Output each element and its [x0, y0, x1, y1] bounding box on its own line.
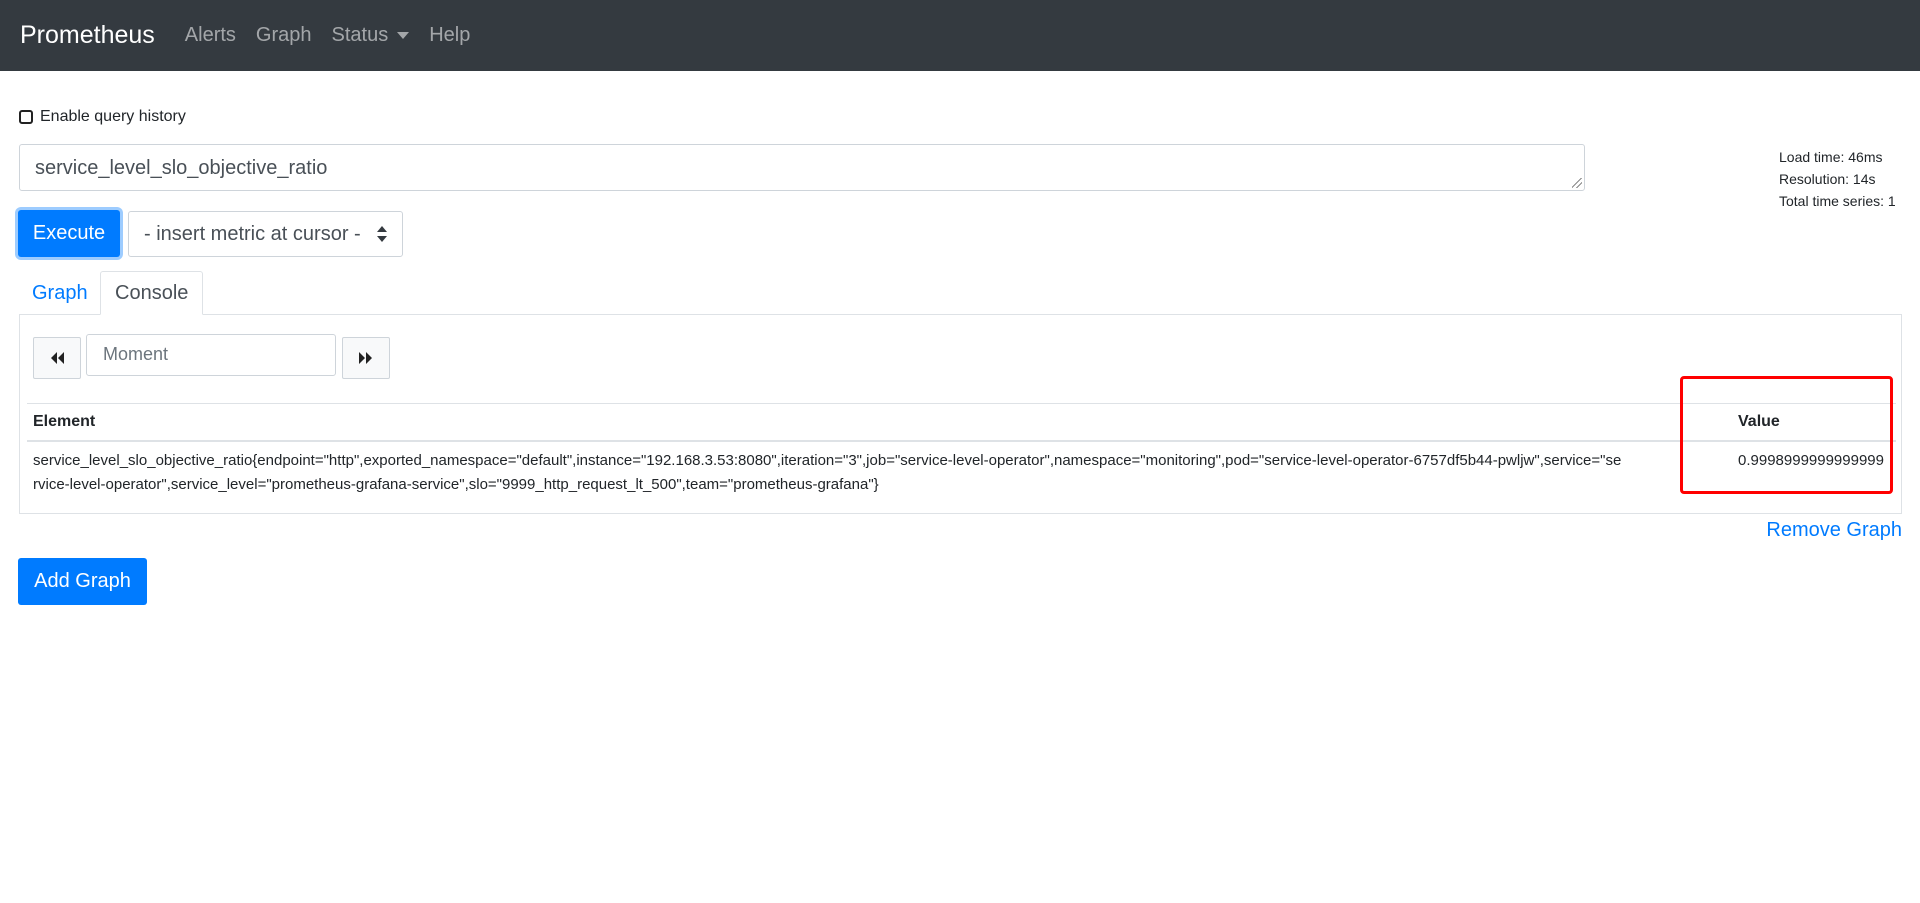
table-row: service_level_slo_objective_ratio{endpoi… — [27, 442, 1896, 500]
total-time-series: Total time series: 1 — [1779, 193, 1896, 209]
query-history-label: Enable query history — [40, 108, 186, 125]
navbar: Prometheus Alerts Graph Status Help — [0, 0, 1920, 71]
value-highlight-box — [1680, 376, 1893, 494]
row-element: service_level_slo_objective_ratio{endpoi… — [33, 452, 1622, 493]
console-panel: Moment Element Value service_level_slo_o… — [19, 314, 1902, 514]
resolution: Resolution: 14s — [1779, 171, 1876, 187]
table-header: Element Value — [27, 403, 1896, 442]
select-arrows-icon — [377, 225, 387, 243]
expression-text: service_level_slo_objective_ratio — [35, 157, 328, 179]
nav-graph[interactable]: Graph — [256, 24, 312, 47]
nav-alerts[interactable]: Alerts — [185, 24, 236, 47]
moment-input[interactable]: Moment — [86, 334, 336, 376]
caret-down-icon — [397, 32, 410, 39]
insert-metric-label: - insert metric at cursor - — [144, 222, 361, 245]
double-chevron-left-icon — [51, 352, 64, 364]
load-time: Load time: 46ms — [1779, 149, 1883, 165]
double-chevron-right-icon — [359, 352, 372, 364]
query-history-checkbox[interactable] — [19, 110, 33, 124]
nav-status-label: Status — [331, 24, 389, 46]
nav-help[interactable]: Help — [429, 24, 470, 47]
resize-grip-icon[interactable] — [1572, 178, 1582, 188]
remove-graph-link[interactable]: Remove Graph — [1766, 519, 1902, 542]
time-back-button[interactable] — [33, 337, 81, 379]
time-forward-button[interactable] — [342, 337, 390, 379]
column-element: Element — [33, 413, 96, 430]
expression-input[interactable]: service_level_slo_objective_ratio — [19, 144, 1585, 191]
nav-status[interactable]: Status — [332, 24, 410, 47]
execute-button[interactable]: Execute — [18, 210, 120, 257]
insert-metric-select[interactable]: - insert metric at cursor - — [128, 211, 403, 257]
results-table: Element Value service_level_slo_objectiv… — [27, 403, 1896, 500]
add-graph-button[interactable]: Add Graph — [18, 558, 147, 605]
query-history-toggle[interactable]: Enable query history — [19, 108, 186, 126]
brand-logo[interactable]: Prometheus — [20, 21, 155, 50]
query-stats: Load time: 46ms Resolution: 14s Total ti… — [1779, 146, 1896, 212]
tab-graph[interactable]: Graph — [18, 271, 102, 315]
tab-console[interactable]: Console — [100, 271, 204, 315]
